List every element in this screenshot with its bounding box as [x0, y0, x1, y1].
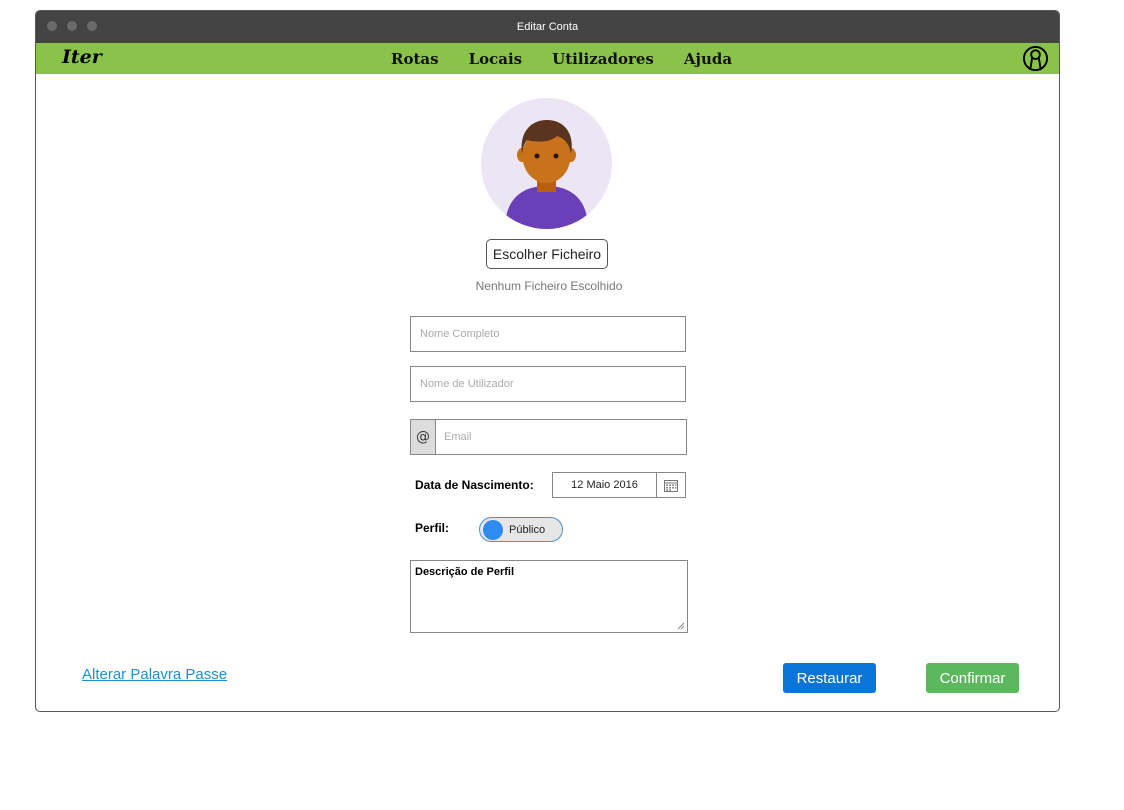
- profile-visibility-label: Perfil:: [415, 521, 450, 535]
- description-label: Descrição de Perfil: [415, 566, 515, 578]
- choose-file-button[interactable]: Escolher Ficheiro: [486, 239, 608, 269]
- title-bar: Editar Conta: [36, 11, 1059, 43]
- nav-item-utilizadores[interactable]: Utilizadores: [552, 50, 654, 68]
- nav-item-locais[interactable]: Locais: [469, 50, 523, 68]
- at-icon: @: [411, 420, 436, 454]
- nav-item-ajuda[interactable]: Ajuda: [684, 50, 732, 68]
- toggle-knob: [483, 520, 503, 540]
- birth-date-value[interactable]: 12 Maio 2016: [553, 473, 656, 497]
- close-window-button[interactable]: [47, 21, 57, 31]
- app-logo[interactable]: Iter: [62, 46, 102, 68]
- confirm-button[interactable]: Confirmar: [926, 663, 1019, 693]
- user-circle-icon[interactable]: [1022, 45, 1049, 72]
- email-input[interactable]: Email: [436, 420, 686, 454]
- window-controls: [47, 21, 97, 31]
- email-field[interactable]: @ Email: [410, 419, 687, 455]
- profile-visibility-toggle[interactable]: Público: [479, 517, 563, 542]
- birth-date-picker[interactable]: 12 Maio 2016: [552, 472, 686, 498]
- resize-handle-icon[interactable]: [677, 622, 685, 630]
- window-title: Editar Conta: [516, 21, 579, 33]
- change-password-link[interactable]: Alterar Palavra Passe: [82, 666, 227, 683]
- calendar-icon[interactable]: [656, 473, 685, 497]
- birth-date-label: Data de Nascimento:: [415, 478, 534, 492]
- profile-avatar: [481, 98, 612, 229]
- profile-description-textarea[interactable]: Descrição de Perfil: [410, 560, 688, 633]
- full-name-placeholder: Nome Completo: [420, 328, 500, 340]
- minimize-window-button[interactable]: [67, 21, 77, 31]
- username-placeholder: Nome de Utilizador: [420, 378, 514, 390]
- app-window: Editar Conta Iter Rotas Locais Utilizado…: [35, 10, 1060, 712]
- main-nav: Rotas Locais Utilizadores Ajuda: [391, 43, 762, 74]
- file-status-text: Nenhum Ficheiro Escolhido: [475, 279, 623, 293]
- full-name-field[interactable]: Nome Completo: [410, 316, 686, 352]
- email-placeholder: Email: [444, 431, 472, 443]
- toggle-label: Público: [509, 524, 546, 536]
- maximize-window-button[interactable]: [87, 21, 97, 31]
- nav-item-rotas[interactable]: Rotas: [391, 50, 439, 68]
- restore-button[interactable]: Restaurar: [783, 663, 876, 693]
- navbar: Iter Rotas Locais Utilizadores Ajuda: [36, 43, 1059, 74]
- username-field[interactable]: Nome de Utilizador: [410, 366, 686, 402]
